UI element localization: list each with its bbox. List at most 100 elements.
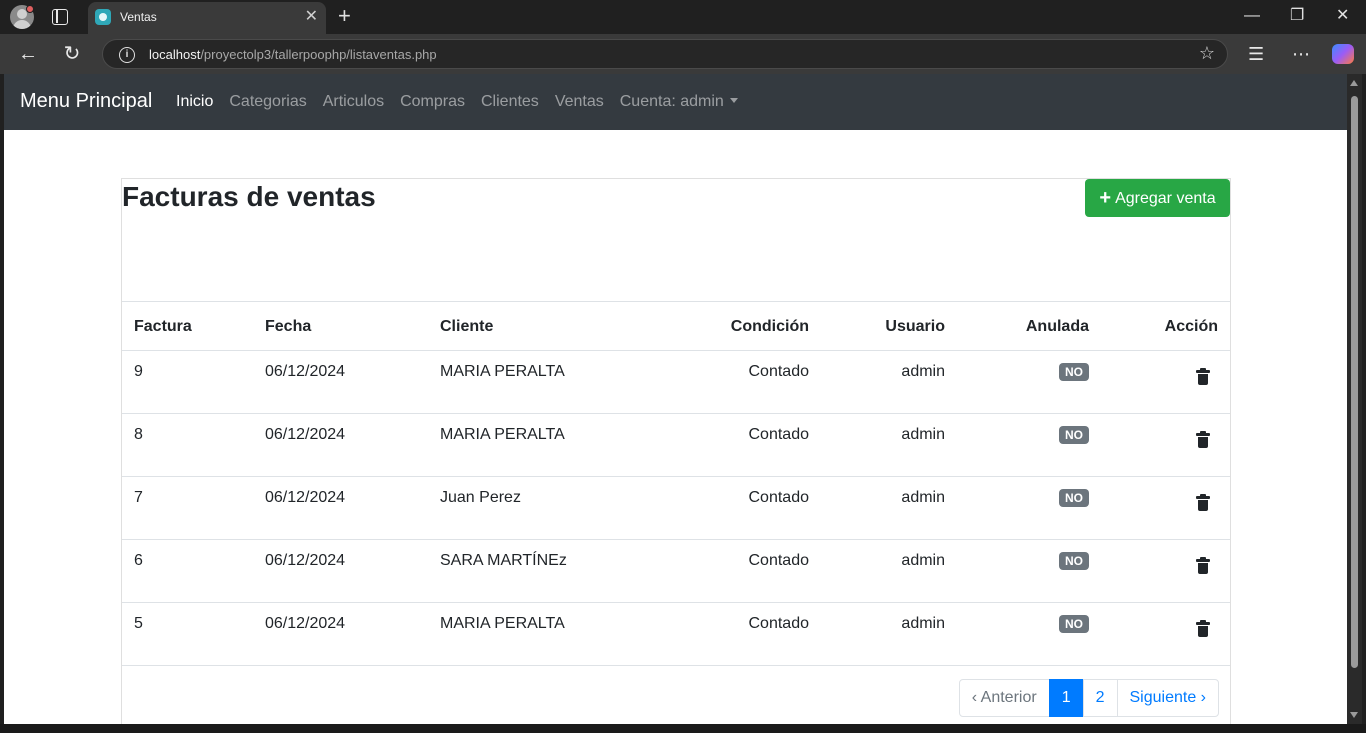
cell-anulada: NO (957, 350, 1101, 414)
header-condicion: Condición (633, 301, 821, 351)
cell-accion (1101, 602, 1230, 666)
anulada-badge: NO (1059, 552, 1089, 570)
browser-tab-ventas[interactable]: Ventas ✕ (88, 2, 326, 34)
cell-fecha: 06/12/2024 (253, 413, 428, 477)
close-tab-icon[interactable]: ✕ (305, 8, 318, 26)
cell-usuario: admin (821, 539, 957, 603)
nav-link-categorias[interactable]: Categorias (229, 93, 306, 111)
scroll-up-icon[interactable] (1350, 80, 1358, 86)
tab-title: Ventas (120, 10, 157, 24)
header-cliente: Cliente (428, 301, 633, 351)
page-scrollbar[interactable] (1347, 74, 1362, 724)
cell-usuario: admin (821, 476, 957, 540)
cell-cliente: MARIA PERALTA (428, 602, 633, 666)
site-favicon-icon (95, 9, 111, 25)
favorites-icon[interactable]: ☰ (1248, 42, 1264, 66)
nav-link-ventas[interactable]: Ventas (555, 93, 604, 111)
browser-toolbar: ← ↻ i localhost/proyectolp3/tallerpoophp… (0, 34, 1366, 74)
sales-card: Facturas de ventas + Agregar venta Factur… (121, 178, 1231, 724)
nav-link-compras[interactable]: Compras (400, 93, 465, 111)
cell-factura: 7 (122, 476, 253, 540)
anulada-badge: NO (1059, 426, 1089, 444)
browser-tab-bar: Ventas ✕ + — ❐ ✕ (0, 0, 1366, 34)
trash-icon[interactable] (1196, 494, 1210, 511)
header-usuario: Usuario (821, 301, 957, 351)
pagination-prev[interactable]: ‹ Anterior (958, 679, 1050, 717)
back-icon[interactable]: ← (16, 42, 40, 66)
page-title: Facturas de ventas (122, 181, 376, 212)
reload-icon[interactable]: ↻ (60, 42, 84, 66)
new-tab-icon[interactable]: + (338, 4, 351, 28)
url-path: /proyectolp3/tallerpoophp/listaventas.ph… (200, 47, 437, 62)
trash-icon[interactable] (1196, 431, 1210, 448)
site-info-icon[interactable]: i (119, 47, 135, 63)
anulada-badge: NO (1059, 489, 1089, 507)
cell-factura: 9 (122, 350, 253, 414)
cell-usuario: admin (821, 350, 957, 414)
table-row: 9 06/12/2024 MARIA PERALTA Contado admin… (122, 350, 1230, 414)
cell-factura: 5 (122, 602, 253, 666)
address-bar[interactable]: i localhost/proyectolp3/tallerpoophp/lis… (102, 39, 1228, 69)
cell-cliente: MARIA PERALTA (428, 350, 633, 414)
cell-condicion: Contado (633, 539, 821, 603)
favorite-star-icon[interactable]: ☆ (1199, 43, 1215, 64)
scroll-thumb[interactable] (1351, 96, 1358, 668)
trash-icon[interactable] (1196, 557, 1210, 574)
copilot-icon[interactable] (1332, 44, 1354, 64)
cell-cliente: Juan Perez (428, 476, 633, 540)
cell-factura: 8 (122, 413, 253, 477)
cell-cliente: SARA MARTÍNEz (428, 539, 633, 603)
nav-link-clientes[interactable]: Clientes (481, 93, 539, 111)
nav-links: Inicio Categorias Articulos Compras Clie… (176, 93, 738, 111)
cell-condicion: Contado (633, 476, 821, 540)
minimize-icon[interactable]: — (1244, 6, 1260, 26)
account-label: Cuenta: admin (619, 93, 724, 110)
plus-icon: + (1099, 187, 1112, 209)
more-options-icon[interactable]: ⋯ (1292, 42, 1310, 66)
caret-down-icon (729, 98, 738, 103)
pagination-page-2[interactable]: 2 (1082, 679, 1118, 717)
pagination-page-1[interactable]: 1 (1048, 679, 1084, 717)
cell-condicion: Contado (633, 350, 821, 414)
nav-link-inicio[interactable]: Inicio (176, 93, 213, 111)
close-window-icon[interactable]: ✕ (1336, 6, 1349, 26)
account-dropdown[interactable]: Cuenta: admin (620, 93, 738, 111)
main-navbar: Menu Principal Inicio Categorias Articul… (4, 74, 1347, 130)
add-sale-label: Agregar venta (1115, 190, 1216, 207)
cell-anulada: NO (957, 602, 1101, 666)
header-anulada: Anulada (957, 301, 1101, 351)
cell-fecha: 06/12/2024 (253, 539, 428, 603)
cell-anulada: NO (957, 413, 1101, 477)
sales-table: Factura Fecha Cliente Condición Usuario … (122, 301, 1230, 667)
cell-anulada: NO (957, 539, 1101, 603)
pagination-next[interactable]: Siguiente › (1116, 679, 1219, 717)
notification-dot-icon (26, 5, 34, 13)
add-sale-button[interactable]: + Agregar venta (1085, 179, 1230, 217)
cell-condicion: Contado (633, 602, 821, 666)
cell-accion (1101, 413, 1230, 477)
table-row: 8 06/12/2024 MARIA PERALTA Contado admin… (122, 413, 1230, 477)
header-factura: Factura (122, 301, 253, 351)
trash-icon[interactable] (1196, 620, 1210, 637)
table-row: 7 06/12/2024 Juan Perez Contado admin NO (122, 476, 1230, 540)
navbar-brand[interactable]: Menu Principal (20, 90, 152, 113)
pagination: ‹ Anterior 1 2 Siguiente › (958, 679, 1219, 717)
header-accion: Acción (1101, 301, 1230, 351)
table-row: 5 06/12/2024 MARIA PERALTA Contado admin… (122, 602, 1230, 666)
cell-accion (1101, 476, 1230, 540)
table-row: 6 06/12/2024 SARA MARTÍNEz Contado admin… (122, 539, 1230, 603)
cell-accion (1101, 350, 1230, 414)
cell-fecha: 06/12/2024 (253, 476, 428, 540)
nav-link-articulos[interactable]: Articulos (323, 93, 384, 111)
cell-usuario: admin (821, 602, 957, 666)
url-text[interactable]: localhost/proyectolp3/tallerpoophp/lista… (149, 47, 437, 62)
header-fecha: Fecha (253, 301, 428, 351)
cell-usuario: admin (821, 413, 957, 477)
cell-accion (1101, 539, 1230, 603)
tab-actions-icon[interactable] (52, 9, 68, 25)
os-taskbar (0, 724, 1366, 733)
scroll-down-icon[interactable] (1350, 712, 1358, 718)
restore-icon[interactable]: ❐ (1290, 6, 1304, 26)
url-host: localhost (149, 47, 201, 62)
trash-icon[interactable] (1196, 368, 1210, 385)
